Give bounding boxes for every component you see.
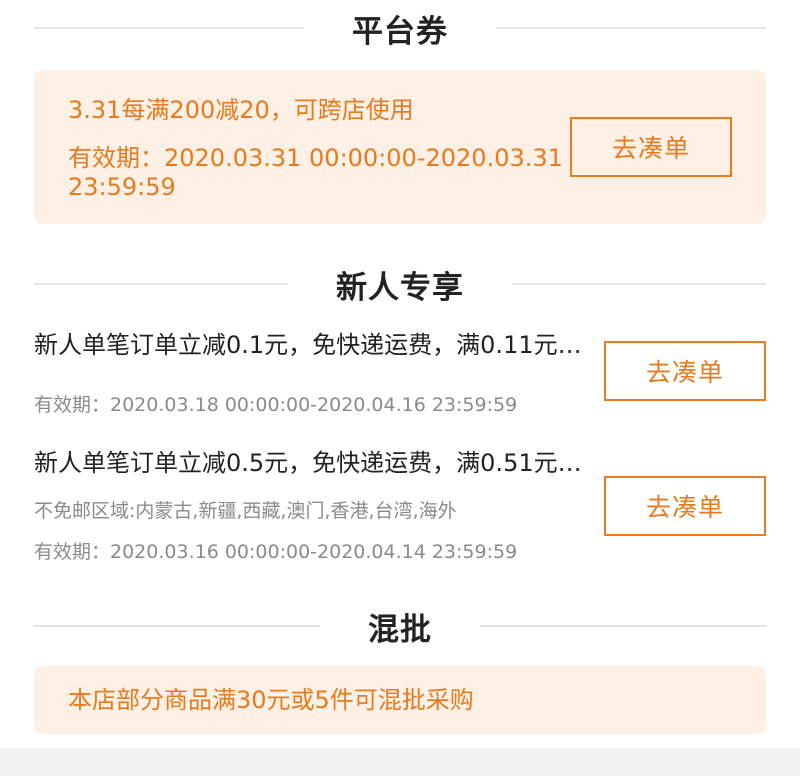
platform-coupon-title: 平台券 bbox=[352, 13, 448, 50]
divider-left bbox=[34, 27, 304, 29]
divider-right bbox=[496, 27, 766, 29]
mixed-batch-title: 混批 bbox=[368, 611, 432, 648]
newcomer-coupon-1-validity: 有效期：2020.03.18 00:00:00-2020.04.16 23:59… bbox=[34, 394, 518, 416]
newcomer-coupon-2-go-button[interactable]: 去凑单 bbox=[604, 476, 766, 536]
newcomer-coupon-2-title: 新人单笔订单立减0.5元，免快递运费，满0.51元可用 bbox=[34, 449, 582, 477]
newcomer-title: 新人专享 bbox=[336, 269, 464, 306]
newcomer-coupon-1-title: 新人单笔订单立减0.1元，免快递运费，满0.11元可用 bbox=[34, 331, 582, 359]
coupon-page: 平台券 3.31每满200减20，可跨店使用 有效期：2020.03.31 00… bbox=[0, 0, 800, 776]
divider-right bbox=[480, 625, 766, 627]
platform-coupon-go-button[interactable]: 去凑单 bbox=[570, 117, 732, 177]
newcomer-coupon-2-validity: 有效期：2020.03.16 00:00:00-2020.04.14 23:59… bbox=[34, 541, 518, 563]
platform-coupon-validity-time: 23:59:59 bbox=[68, 173, 176, 201]
newcomer-coupon-2-exclusion: 不免邮区域:内蒙古,新疆,西藏,澳门,香港,台湾,海外 bbox=[34, 500, 457, 522]
platform-coupon-header: 平台券 bbox=[34, 0, 766, 56]
platform-coupon-desc: 3.31每满200减20，可跨店使用 bbox=[68, 96, 414, 124]
divider-left bbox=[34, 625, 320, 627]
bottom-bar bbox=[0, 748, 800, 776]
newcomer-header: 新人专享 bbox=[34, 256, 766, 312]
mixed-batch-desc: 本店部分商品满30元或5件可混批采购 bbox=[68, 686, 474, 714]
divider-left bbox=[34, 283, 288, 285]
newcomer-coupon-1-go-button[interactable]: 去凑单 bbox=[604, 341, 766, 401]
mixed-batch-header: 混批 bbox=[34, 598, 766, 654]
divider-right bbox=[512, 283, 766, 285]
